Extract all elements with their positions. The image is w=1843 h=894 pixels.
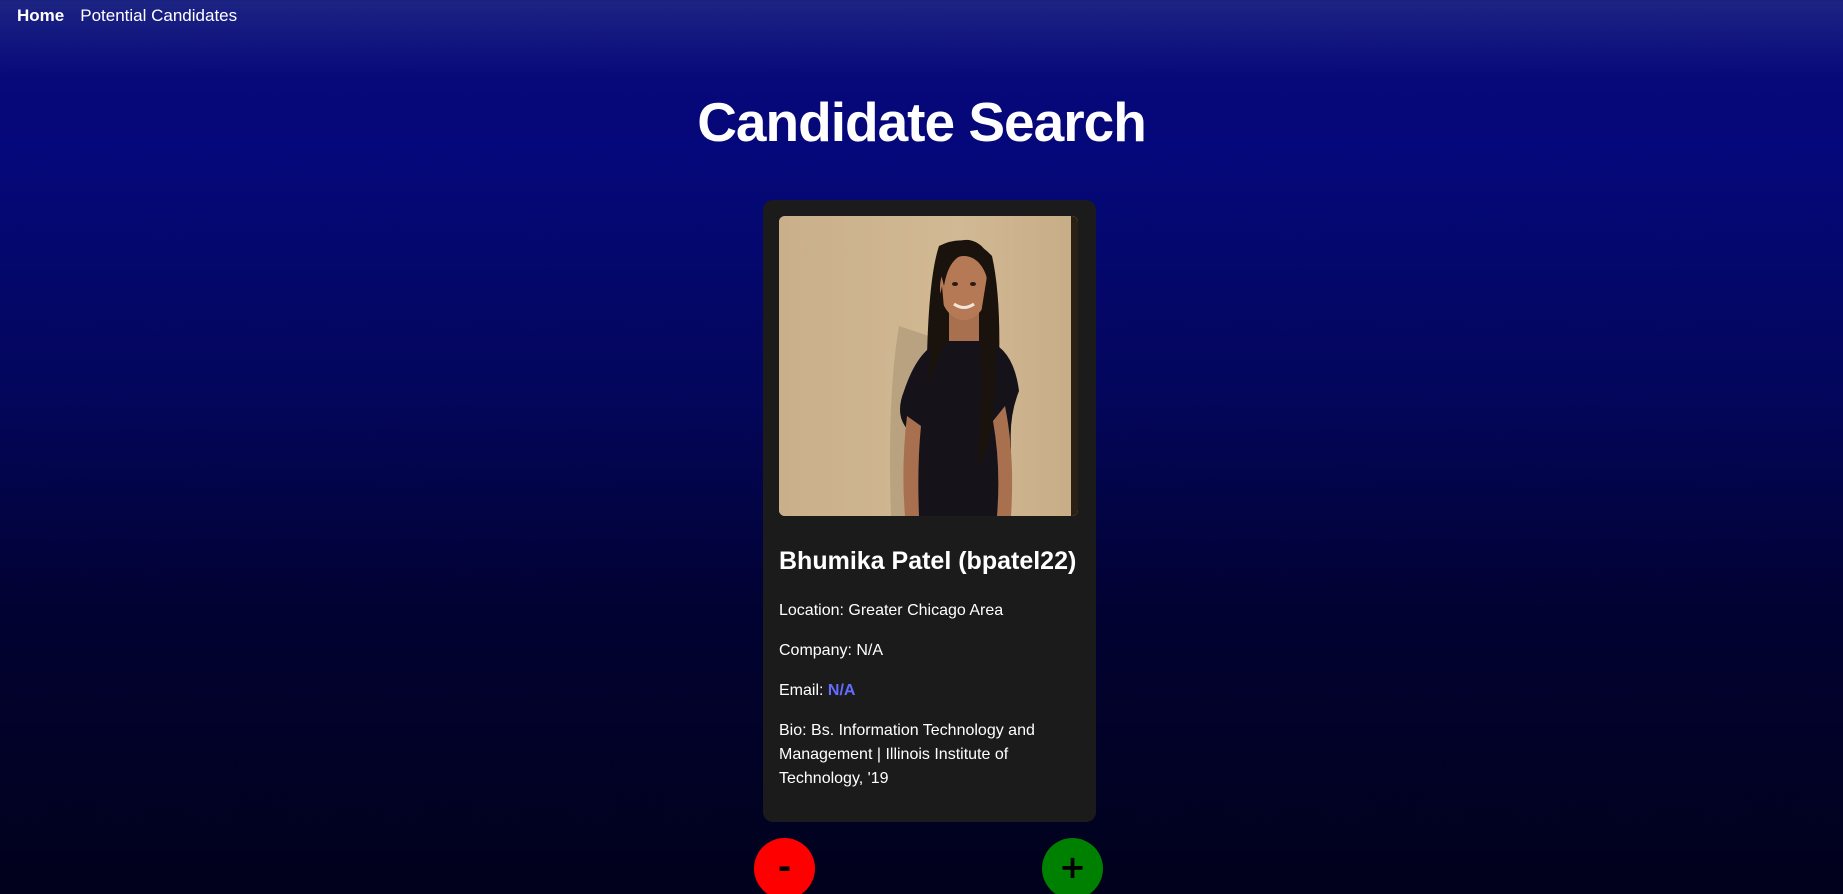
bio-value: Bs. Information Technology and Managemen… [779,722,1035,787]
page-title: Candidate Search [697,91,1147,153]
candidate-photo-image [779,216,1078,516]
candidate-company: Company: N/A [779,639,1080,663]
location-value: Greater Chicago Area [848,602,1004,619]
company-label: Company: [779,642,857,659]
reject-candidate-button[interactable]: - [754,838,815,894]
candidate-name: Bhumika Patel (bpatel22) [779,547,1077,575]
candidate-location: Location: Greater Chicago Area [779,599,1080,623]
candidate-card: Bhumika Patel (bpatel22) Location: Great… [763,200,1096,822]
candidate-photo [779,216,1078,516]
candidate-email: Email: N/A [779,679,1080,703]
top-nav: Home Potential Candidates [17,6,237,26]
email-label: Email: [779,682,828,699]
candidate-bio: Bio: Bs. Information Technology and Mana… [779,719,1080,791]
email-link[interactable]: N/A [828,682,856,699]
bio-label: Bio: [779,722,812,739]
company-value: N/A [856,642,884,659]
nav-home-link[interactable]: Home [17,6,64,26]
nav-potential-candidates-link[interactable]: Potential Candidates [80,6,237,26]
accept-candidate-button[interactable]: + [1042,838,1103,894]
location-label: Location: [779,602,849,619]
